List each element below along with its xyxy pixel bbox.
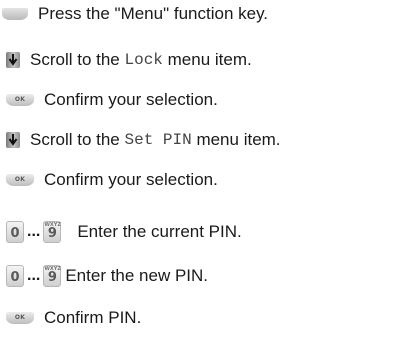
instruction-step: OK Confirm your selection.	[0, 86, 218, 114]
function-key-icon	[2, 8, 28, 20]
menu-item-code: Set PIN	[124, 131, 192, 149]
digit-0-key-icon: 0	[6, 221, 24, 243]
instruction-step: Scroll to the Lock menu item.	[0, 46, 252, 74]
instruction-step: OK Confirm PIN.	[0, 304, 141, 332]
step-text: Scroll to the	[30, 50, 125, 69]
step-text: Confirm PIN.	[44, 308, 142, 327]
step-text: menu item.	[191, 130, 281, 149]
step-text: Press the "Menu" function key.	[38, 4, 269, 23]
range-dots: ...	[27, 223, 41, 240]
range-dots: ...	[27, 267, 41, 284]
instruction-step: 0 ... WXYZ 9 Enter the current PIN.	[0, 218, 242, 246]
instruction-step: OK Confirm your selection.	[0, 166, 218, 194]
menu-item-code: Lock	[124, 51, 163, 69]
ok-key-icon: OK	[6, 312, 34, 324]
digit-9-key-icon: WXYZ 9	[43, 221, 62, 243]
step-text: menu item.	[162, 50, 252, 69]
step-text: Enter the new PIN.	[65, 266, 209, 285]
ok-key-icon: OK	[6, 174, 34, 186]
step-text: Scroll to the	[30, 130, 125, 149]
scroll-icon	[6, 52, 20, 68]
step-text: Confirm your selection.	[44, 170, 218, 189]
step-text: Confirm your selection.	[44, 90, 218, 109]
digit-9-key-icon: WXYZ 9	[43, 265, 62, 287]
digit-0-key-icon: 0	[6, 265, 24, 287]
instruction-step: Press the "Menu" function key.	[0, 0, 268, 28]
step-text: Enter the current PIN.	[77, 222, 242, 241]
instruction-step: Scroll to the Set PIN menu item.	[0, 126, 281, 154]
instruction-step: 0 ... WXYZ 9 Enter the new PIN.	[0, 262, 208, 290]
ok-key-icon: OK	[6, 94, 34, 106]
scroll-icon	[6, 132, 20, 148]
